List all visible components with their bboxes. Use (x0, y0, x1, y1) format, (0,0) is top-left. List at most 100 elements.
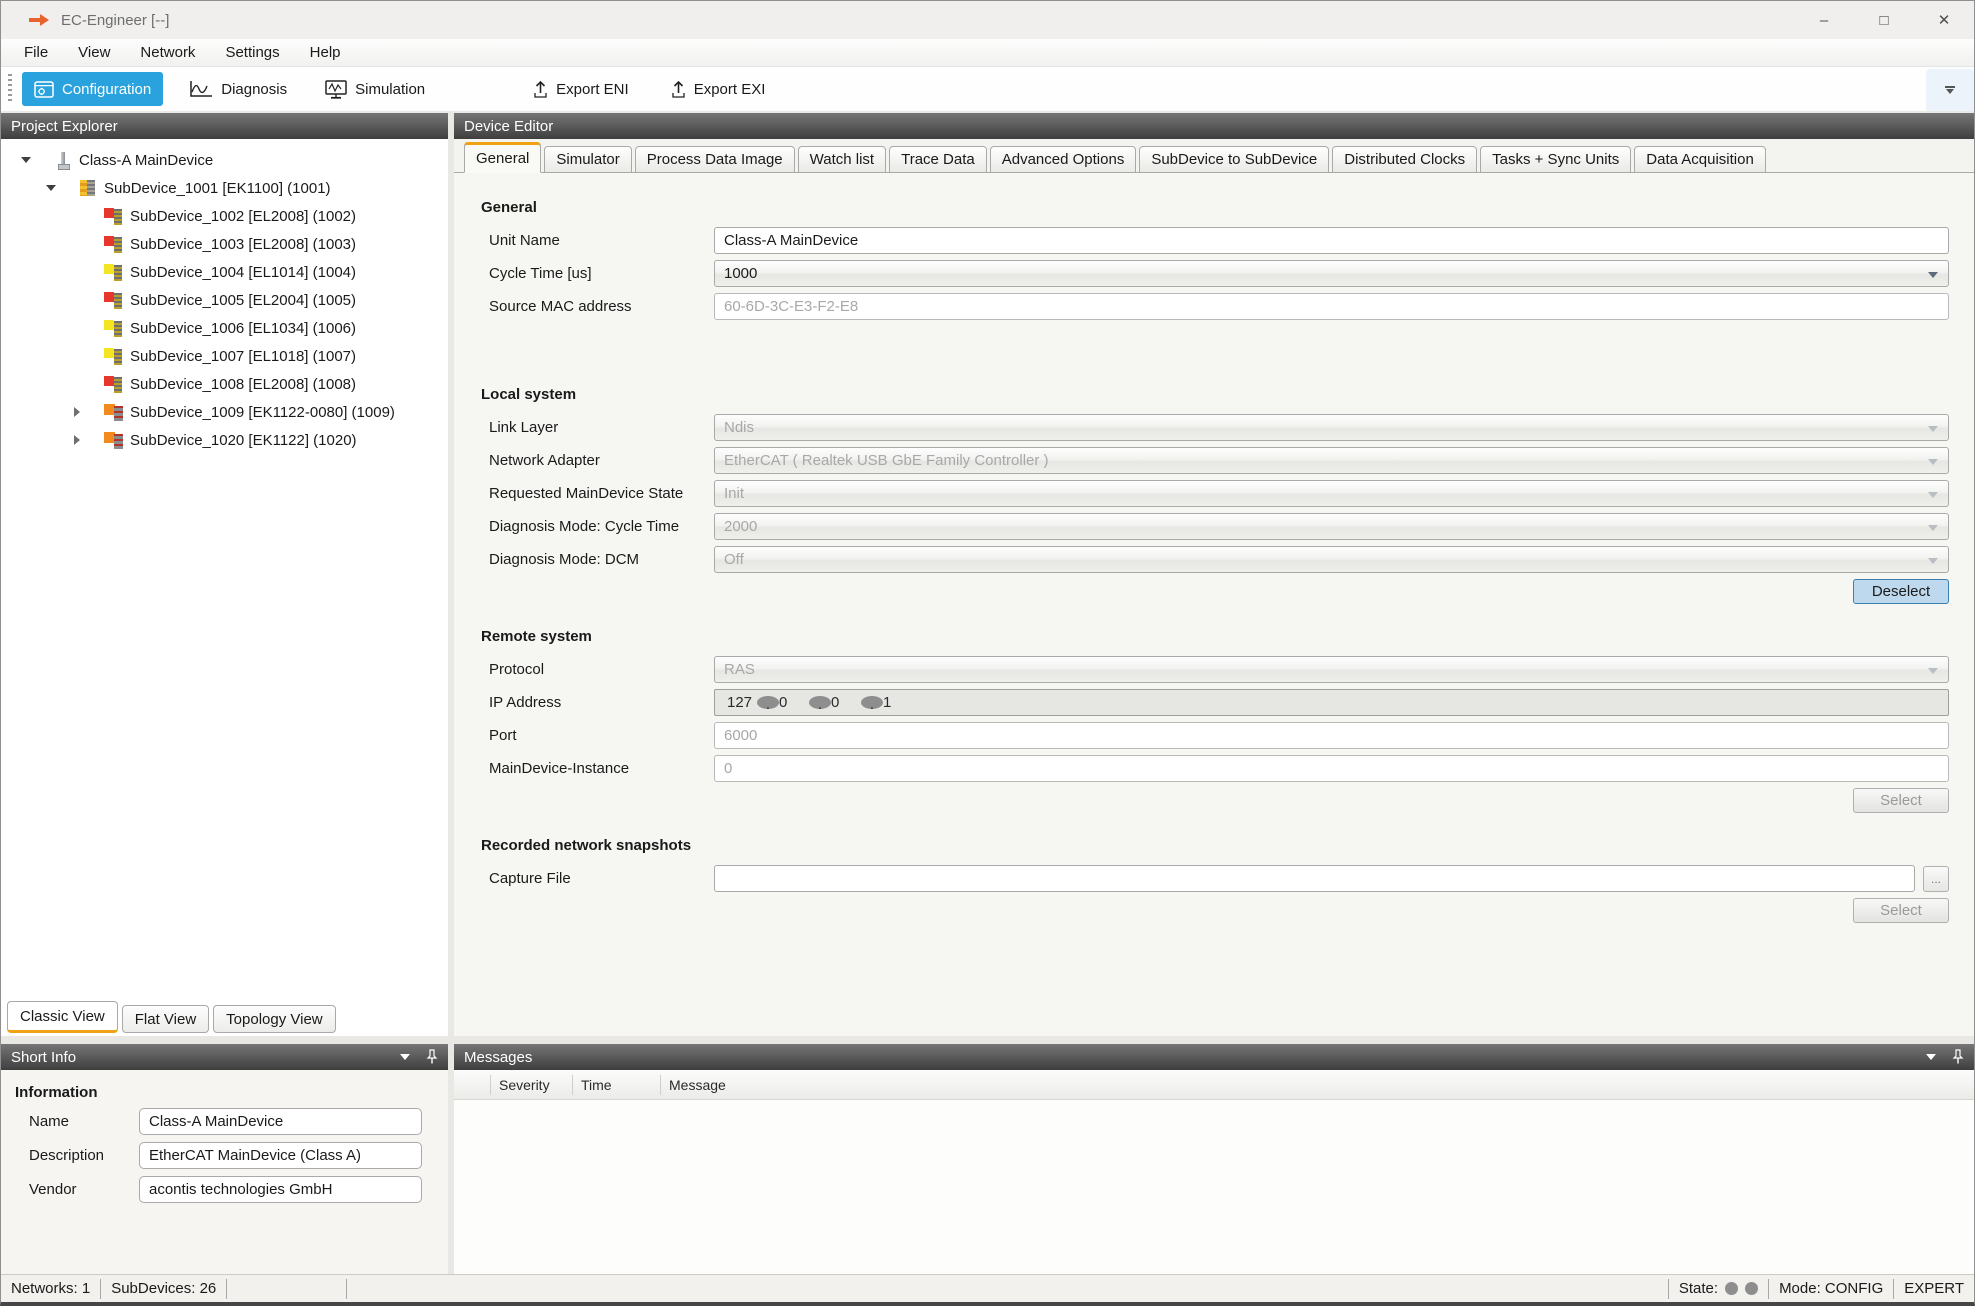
project-explorer-header: Project Explorer (1, 113, 448, 139)
ip-address-field[interactable]: 127 . 0 . 0 . 1 (714, 689, 1949, 716)
junction-orange-icon (104, 404, 124, 421)
expert-status: EXPERT (1893, 1279, 1974, 1299)
networks-status: Networks: 1 (1, 1279, 101, 1299)
tree-item-label: SubDevice_1008 [EL2008] (1008) (130, 376, 356, 393)
toolbar-overflow-button[interactable] (1926, 69, 1974, 111)
tree-item-label: SubDevice_1020 [EK1122] (1020) (130, 432, 357, 449)
editor-tab[interactable]: Data Acquisition (1634, 146, 1766, 173)
expander-closed-icon[interactable] (66, 426, 88, 454)
general-section-title: General (481, 199, 1974, 219)
editor-tab[interactable]: Tasks + Sync Units (1480, 146, 1631, 173)
window-controls: – □ ✕ (1794, 1, 1974, 39)
ip-address-label: IP Address (481, 694, 714, 711)
export-icon (533, 80, 548, 99)
export-exi-button[interactable]: Export EXI (659, 72, 778, 106)
messages-panel: Messages Severity Time Message (454, 1044, 1974, 1274)
snapshots-section-title: Recorded network snapshots (481, 837, 1974, 857)
expander-placeholder (66, 202, 88, 230)
minimize-icon[interactable]: – (1794, 1, 1854, 39)
state-dot-icon (1725, 1282, 1738, 1295)
editor-tab[interactable]: Trace Data (889, 146, 987, 173)
time-column-header[interactable]: Time (572, 1075, 660, 1095)
tree-item[interactable]: Class-A MainDevice (1, 146, 448, 174)
tree-item[interactable]: SubDevice_1001 [EK1100] (1001) (1, 174, 448, 202)
name-field[interactable] (139, 1108, 422, 1135)
message-column-header[interactable]: Message (660, 1075, 1974, 1095)
maximize-icon[interactable]: □ (1854, 1, 1914, 39)
tree-item[interactable]: SubDevice_1008 [EL2008] (1008) (1, 370, 448, 398)
cycle-time-select[interactable]: 1000 (714, 260, 1949, 287)
view-tab[interactable]: Topology View (213, 1005, 335, 1033)
expander-open-icon[interactable] (15, 146, 37, 174)
tree-item[interactable]: SubDevice_1007 [EL1018] (1007) (1, 342, 448, 370)
tree-item-label: SubDevice_1004 [EL1014] (1004) (130, 264, 356, 281)
vendor-field[interactable] (139, 1176, 422, 1203)
simulation-button[interactable]: Simulation (313, 72, 437, 106)
description-field[interactable] (139, 1142, 422, 1169)
toolbar-grip[interactable] (8, 74, 12, 104)
tree-item[interactable]: SubDevice_1009 [EK1122-0080] (1009) (1, 398, 448, 426)
capture-file-label: Capture File (481, 870, 714, 887)
diag-cycle-time-label: Diagnosis Mode: Cycle Time (481, 518, 714, 535)
tree-item[interactable]: SubDevice_1002 [EL2008] (1002) (1, 202, 448, 230)
export-eni-button[interactable]: Export ENI (521, 72, 641, 106)
status-spacer-cell (227, 1279, 347, 1299)
expander-closed-icon[interactable] (66, 398, 88, 426)
tree-item[interactable]: SubDevice_1003 [EL2008] (1003) (1, 230, 448, 258)
title-bar: EC-Engineer [--] – □ ✕ (1, 1, 1974, 39)
vendor-label: Vendor (15, 1181, 139, 1198)
editor-tab[interactable]: Simulator (544, 146, 631, 173)
state-dot-icon (1745, 1282, 1758, 1295)
chevron-down-icon (1946, 89, 1954, 94)
requested-state-select: Init (714, 480, 1949, 507)
browse-button[interactable]: ... (1923, 866, 1949, 892)
app-window: EC-Engineer [--] – □ ✕ FileViewNetworkSe… (0, 0, 1975, 1306)
menu-item[interactable]: Settings (210, 39, 294, 66)
tree-item[interactable]: SubDevice_1004 [EL1014] (1004) (1, 258, 448, 286)
configuration-button[interactable]: Configuration (22, 72, 163, 106)
expander-placeholder (66, 286, 88, 314)
tree-item[interactable]: SubDevice_1020 [EK1122] (1020) (1, 426, 448, 454)
terminal-red-icon (104, 236, 124, 253)
diagnosis-button[interactable]: Diagnosis (177, 72, 299, 106)
name-label: Name (15, 1113, 139, 1130)
menu-item[interactable]: Help (295, 39, 356, 66)
unit-name-field[interactable] (714, 227, 1949, 254)
explorer-view-tabs: Classic ViewFlat ViewTopology View (1, 998, 448, 1036)
severity-column-header[interactable]: Severity (490, 1075, 572, 1095)
snapshot-select-button: Select (1853, 898, 1949, 923)
pin-icon[interactable] (426, 1049, 438, 1065)
source-mac-field (714, 293, 1949, 320)
chevron-down-icon[interactable] (1926, 1054, 1936, 1060)
capture-file-field[interactable] (714, 865, 1915, 892)
pin-icon[interactable] (1952, 1049, 1964, 1065)
editor-tab[interactable]: Advanced Options (990, 146, 1137, 173)
chevron-down-icon[interactable] (400, 1054, 410, 1060)
terminal-yellow-icon (104, 348, 124, 365)
editor-tab[interactable]: Process Data Image (635, 146, 795, 173)
tree-item[interactable]: SubDevice_1005 [EL2004] (1005) (1, 286, 448, 314)
tree-item[interactable]: SubDevice_1006 [EL1034] (1006) (1, 314, 448, 342)
terminal-red-icon (104, 292, 124, 309)
menu-item[interactable]: Network (125, 39, 210, 66)
expander-open-icon[interactable] (40, 174, 62, 202)
diagnosis-label: Diagnosis (221, 81, 287, 98)
tree-item-label: SubDevice_1005 [EL2004] (1005) (130, 292, 356, 309)
horizontal-splitter[interactable] (1, 1036, 448, 1044)
menu-item[interactable]: View (63, 39, 125, 66)
editor-tab[interactable]: Watch list (798, 146, 886, 173)
editor-tab[interactable]: Distributed Clocks (1332, 146, 1477, 173)
close-icon[interactable]: ✕ (1914, 1, 1974, 39)
link-layer-label: Link Layer (481, 419, 714, 436)
menu-item[interactable]: File (9, 39, 63, 66)
editor-tab[interactable]: General (464, 142, 541, 173)
view-tab[interactable]: Flat View (122, 1005, 209, 1033)
main-device-icon (53, 152, 73, 169)
remote-system-section-title: Remote system (481, 628, 1974, 648)
device-editor: Device Editor GeneralSimulatorProcess Da… (454, 113, 1974, 1036)
toolbar: Configuration Diagnosis Simulation (1, 67, 1974, 113)
editor-tab[interactable]: SubDevice to SubDevice (1139, 146, 1329, 173)
horizontal-splitter[interactable] (454, 1036, 1974, 1044)
deselect-button[interactable]: Deselect (1853, 579, 1949, 604)
view-tab[interactable]: Classic View (7, 1001, 118, 1033)
